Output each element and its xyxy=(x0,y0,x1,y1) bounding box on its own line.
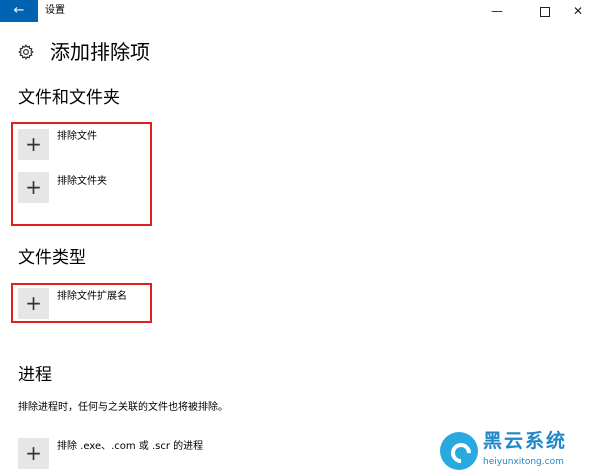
add-exclude-file-button[interactable]: + xyxy=(18,129,49,160)
gear-icon xyxy=(18,44,34,60)
watermark-logo-icon xyxy=(440,432,478,470)
add-exclude-process-button[interactable]: + xyxy=(18,438,49,469)
maximize-icon xyxy=(540,6,550,17)
minimize-button[interactable]: — xyxy=(476,0,518,22)
watermark: 黑云系统 heiyunxitong.com xyxy=(440,426,600,476)
exclude-extension-label[interactable]: 排除文件扩展名 xyxy=(57,290,127,304)
plus-icon: + xyxy=(25,175,42,199)
section-title-files: 文件和文件夹 xyxy=(18,88,120,108)
watermark-name: 黑云系统 xyxy=(483,430,568,452)
section-title-file-types: 文件类型 xyxy=(18,248,86,268)
plus-icon: + xyxy=(25,291,42,315)
add-exclude-folder-button[interactable]: + xyxy=(18,172,49,203)
exclude-folder-label[interactable]: 排除文件夹 xyxy=(57,175,107,189)
plus-icon: + xyxy=(25,132,42,156)
add-exclude-extension-button[interactable]: + xyxy=(18,288,49,319)
plus-icon: + xyxy=(25,441,42,465)
exclude-file-label[interactable]: 排除文件 xyxy=(57,130,97,144)
minimize-icon: — xyxy=(491,4,503,18)
process-description: 排除进程时，任何与之关联的文件也将被排除。 xyxy=(18,402,228,413)
title-bar: ← 设置 — ✕ xyxy=(0,0,600,22)
exclude-process-label[interactable]: 排除 .exe、.com 或 .scr 的进程 xyxy=(57,440,203,454)
back-button[interactable]: ← xyxy=(0,0,38,22)
app-title: 设置 xyxy=(45,5,65,16)
page-title: 添加排除项 xyxy=(50,40,150,64)
close-button[interactable]: ✕ xyxy=(557,0,599,22)
back-arrow-icon: ← xyxy=(13,3,25,18)
watermark-url: heiyunxitong.com xyxy=(483,457,564,467)
close-icon: ✕ xyxy=(572,4,584,18)
section-title-process: 进程 xyxy=(18,365,52,385)
